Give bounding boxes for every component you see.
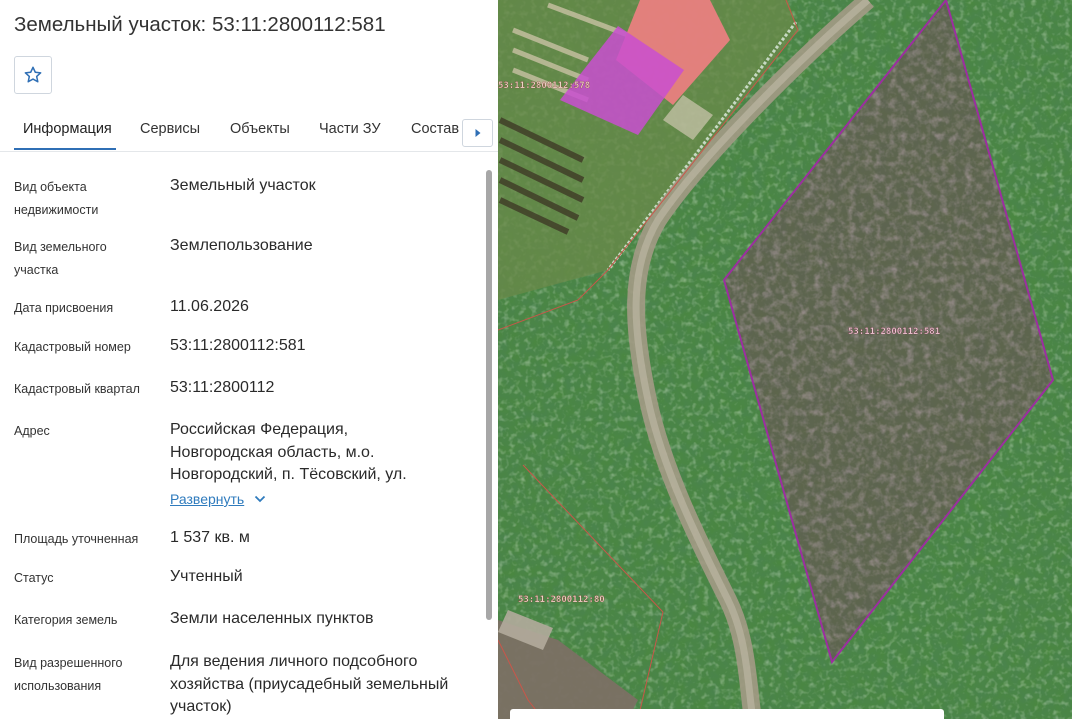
label-object-type: Вид объекта недвижимости — [14, 180, 99, 217]
map-parcel-label-80: 53:11:2800112:80 — [518, 595, 605, 605]
label-assignment-date: Дата присвоения — [14, 301, 114, 315]
label-parcel-type: Вид земельного участка — [14, 240, 107, 277]
map-view[interactable]: 53:11:2800112:581 53:11:2800112:80 53:11… — [498, 0, 1072, 719]
label-land-category: Категория земель — [14, 613, 118, 627]
map-parcel-label-581: 53:11:2800112:581 — [848, 327, 940, 337]
tabs-next-button[interactable] — [462, 119, 493, 147]
page-title: Земельный участок: 53:11:2800112:581 — [14, 13, 386, 36]
scrollbar-thumb[interactable] — [486, 170, 492, 620]
map-bottom-panel[interactable] — [510, 709, 944, 719]
chevron-down-icon — [255, 495, 266, 503]
value-land-category: Земли населенных пунктов — [170, 610, 374, 627]
active-tab-indicator — [14, 148, 116, 150]
favorite-button[interactable] — [14, 56, 52, 94]
triangle-right-icon — [475, 129, 480, 137]
star-outline-icon — [24, 66, 42, 83]
info-panel: Земельный участок: 53:11:2800112:581 Инф… — [0, 0, 498, 719]
value-parcel-type: Землепользование — [170, 237, 313, 254]
tab-objects[interactable]: Объекты — [230, 121, 290, 137]
tab-parcel-parts[interactable]: Части ЗУ — [319, 121, 381, 137]
label-address: Адрес — [14, 424, 50, 438]
label-status: Статус — [14, 571, 54, 585]
address-expand-link[interactable]: Развернуть — [170, 491, 266, 507]
value-assignment-date: 11.06.2026 — [170, 298, 249, 315]
value-cadastral-number: 53:11:2800112:581 — [170, 337, 306, 354]
value-permitted-use: Для ведения личного подсобного хозяйства… — [170, 653, 449, 715]
label-cadastral-number: Кадастровый номер — [14, 340, 131, 354]
value-address: Российская Федерация, Новгородская облас… — [170, 421, 407, 483]
tab-composition[interactable]: Состав — [411, 121, 459, 137]
tab-bar: Информация Сервисы Объекты Части ЗУ Сост… — [0, 108, 498, 152]
tab-information[interactable]: Информация — [23, 121, 112, 137]
tab-services[interactable]: Сервисы — [140, 121, 200, 137]
map-parcel-label-578: 53:11:2800112:578 — [498, 81, 590, 91]
value-area: 1 537 кв. м — [170, 529, 250, 546]
address-expand-label: Развернуть — [170, 491, 245, 507]
label-cadastral-quarter: Кадастровый квартал — [14, 382, 140, 396]
label-permitted-use: Вид разрешенного использования — [14, 656, 123, 693]
value-status: Учтенный — [170, 568, 243, 585]
satellite-map[interactable]: 53:11:2800112:581 53:11:2800112:80 53:11… — [498, 0, 1072, 719]
value-cadastral-quarter: 53:11:2800112 — [170, 379, 275, 396]
value-object-type: Земельный участок — [170, 177, 316, 194]
label-area: Площадь уточненная — [14, 532, 139, 546]
